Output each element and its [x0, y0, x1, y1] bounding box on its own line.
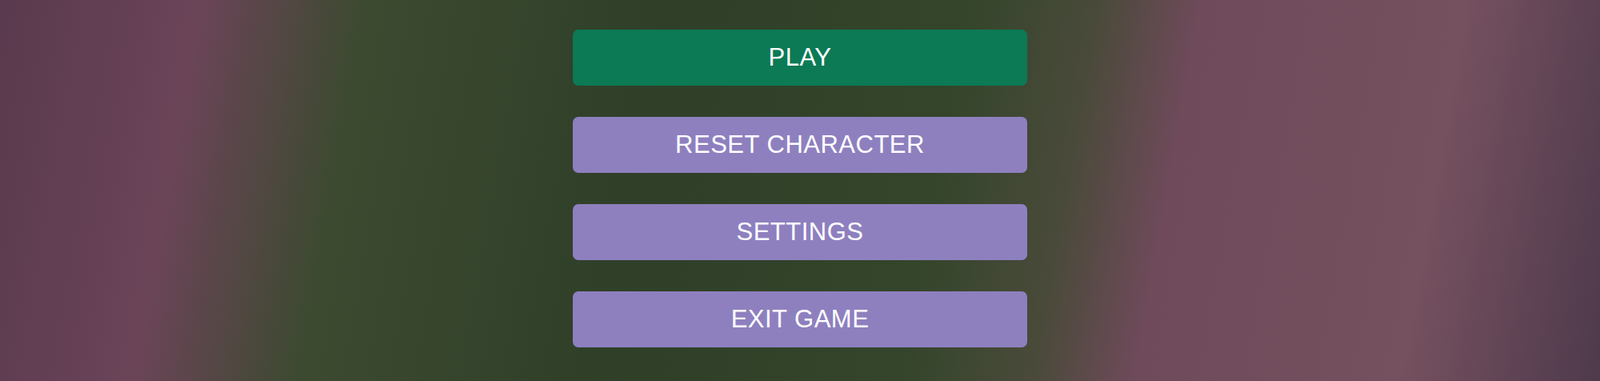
menu-button[interactable]: SETTINGS [572, 204, 1028, 260]
menu-button[interactable]: EXIT GAME [572, 291, 1028, 348]
main-menu-screen: PLAY RESET CHARACTER SETTINGS EXIT GAME [0, 0, 1600, 381]
menu-button[interactable]: RESET CHARACTER [572, 116, 1028, 173]
menu-button[interactable]: PLAY [572, 29, 1028, 86]
main-menu: PLAY RESET CHARACTER SETTINGS EXIT GAME [572, 0, 1028, 381]
